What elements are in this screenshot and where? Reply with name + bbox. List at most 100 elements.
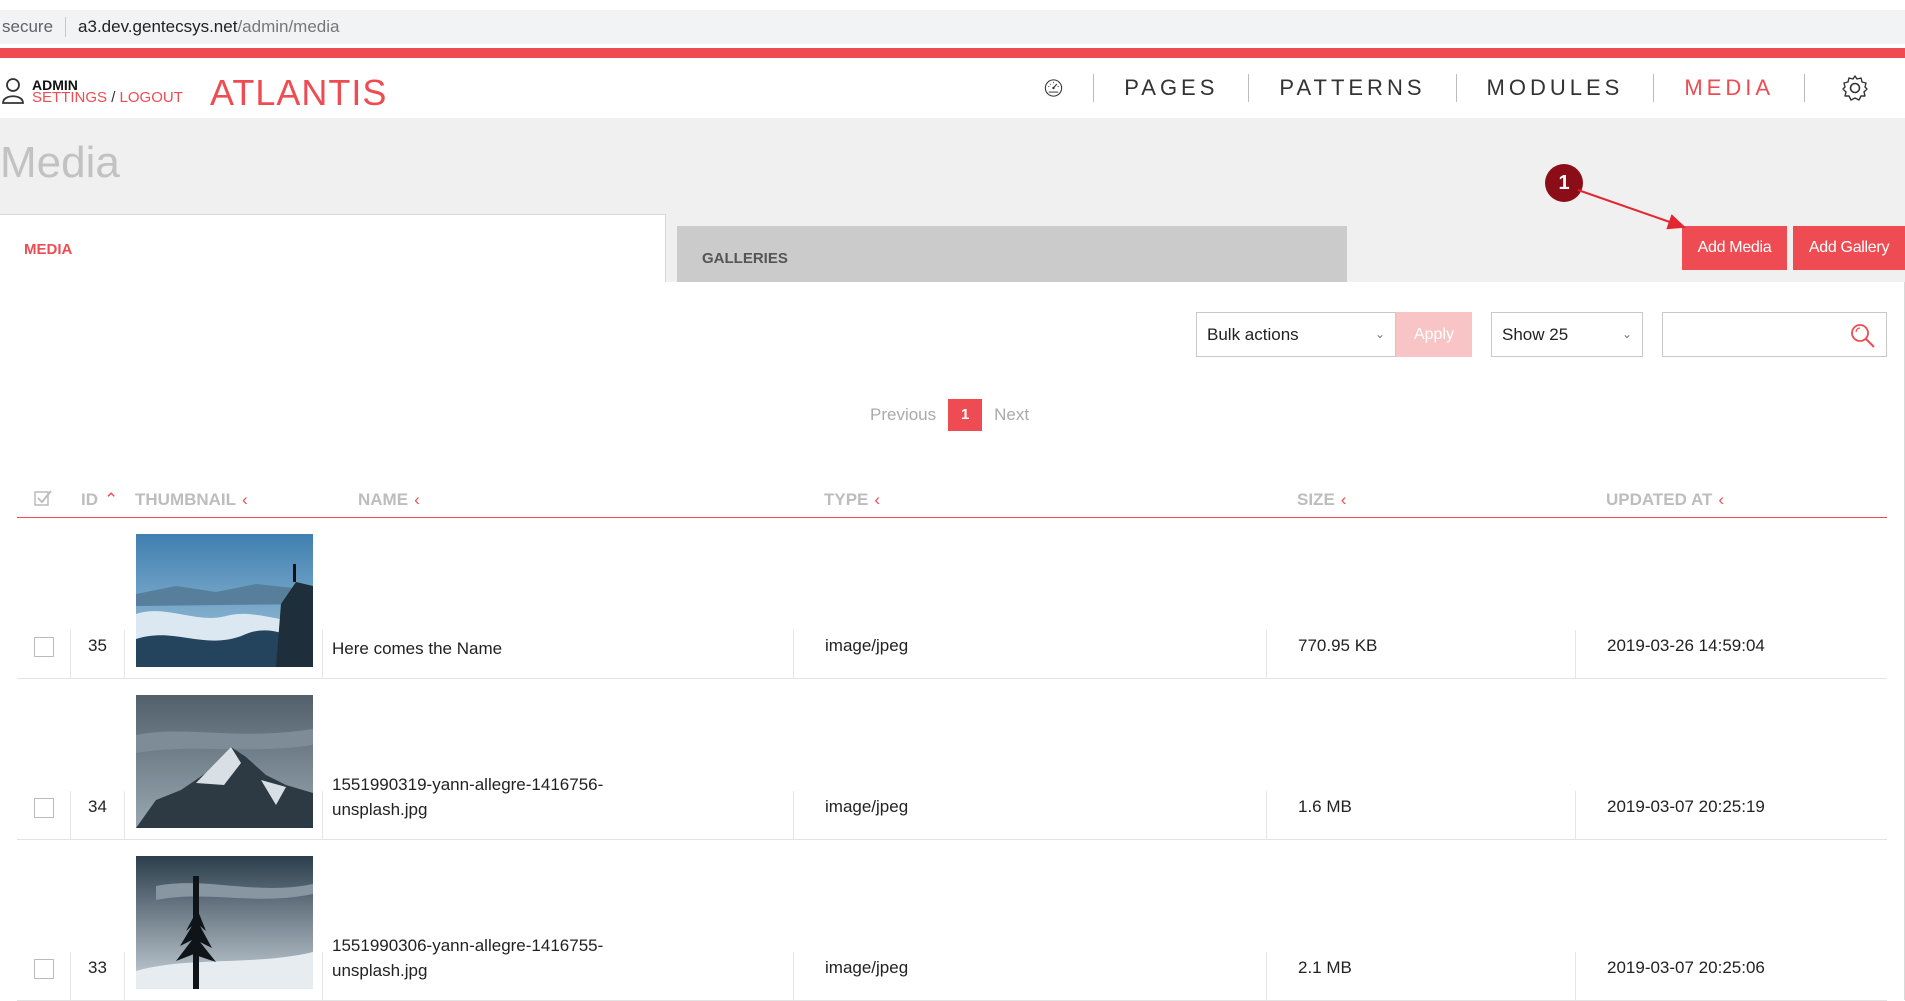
sort-chevron-icon: ‹ (874, 490, 881, 509)
nav-settings[interactable] (1805, 74, 1905, 102)
column-divider (124, 952, 125, 1000)
chevron-down-icon: ⌄ (1621, 327, 1632, 341)
row-id: 34 (88, 797, 107, 816)
row-name-line: unsplash.jpg (332, 800, 428, 819)
column-divider (70, 791, 71, 839)
pagination-previous[interactable]: Previous (870, 405, 936, 425)
column-divider (322, 791, 323, 839)
select-all-checkbox[interactable] (34, 490, 52, 506)
column-name[interactable]: NAME ‹ (358, 490, 420, 510)
sort-chevron-icon: ‹ (1718, 490, 1725, 509)
row-id: 33 (88, 958, 107, 977)
thumbnail-image[interactable] (136, 856, 313, 989)
speedometer-icon (1045, 79, 1063, 97)
page-size-select[interactable]: Show 25 ⌄ (1491, 312, 1643, 357)
pagination: Previous 1 Next (870, 399, 1029, 431)
bulk-actions-value: Bulk actions (1207, 325, 1299, 344)
search-input[interactable] (1662, 312, 1887, 357)
apply-button[interactable]: Apply (1396, 312, 1472, 357)
column-divider (70, 952, 71, 1000)
pagination-page-current[interactable]: 1 (948, 399, 983, 431)
column-divider (793, 791, 794, 839)
column-divider (1575, 952, 1576, 1000)
row-name: Here comes the Name (332, 639, 503, 658)
table-header: ID ⌃ THUMBNAIL ‹ NAME ‹ TYPE ‹ SIZE ‹ UPDATED… (17, 482, 1887, 518)
column-divider (70, 630, 71, 678)
add-media-button[interactable]: Add Media (1682, 226, 1787, 270)
account-links: SETTINGS / LOGOUT (32, 89, 183, 106)
media-panel: Bulk actions ⌄ Apply Show 25 ⌄ Previous … (0, 282, 1905, 1001)
row-updated-at: 2019-03-07 20:25:19 (1607, 797, 1765, 816)
secure-label: secure (2, 17, 54, 36)
column-type[interactable]: TYPE ‹ (824, 490, 880, 510)
link-separator: / (111, 89, 116, 106)
row-type: image/jpeg (825, 636, 909, 655)
row-name-line: unsplash.jpg (332, 961, 428, 980)
column-updated-at[interactable]: UPDATED AT ‹ (1606, 490, 1724, 510)
column-divider (322, 952, 323, 1000)
column-divider (1575, 630, 1576, 678)
column-thumbnail[interactable]: THUMBNAIL ‹ (135, 490, 248, 510)
nav-dashboard[interactable] (1014, 74, 1095, 102)
table-row[interactable]: 34 1551990319-yann-allegre-1416756- unsp… (17, 679, 1887, 840)
nav-media[interactable]: MEDIA (1654, 74, 1805, 102)
column-updated-label: UPDATED AT (1606, 490, 1713, 509)
app-header: ADMIN SETTINGS / LOGOUT ATLANTIS PAGES P… (0, 58, 1905, 118)
table-row[interactable]: 35 Here comes the Name image/jpeg 770.95… (17, 518, 1887, 679)
row-type: image/jpeg (825, 958, 909, 977)
sort-chevron-icon: ‹ (242, 490, 248, 509)
column-divider (322, 630, 323, 678)
column-size-label: SIZE (1297, 490, 1335, 509)
row-checkbox[interactable] (34, 798, 54, 818)
nav-modules[interactable]: MODULES (1457, 74, 1655, 102)
nav-pages[interactable]: PAGES (1094, 74, 1250, 102)
sort-asc-icon: ⌃ (104, 490, 119, 509)
bulk-actions-select[interactable]: Bulk actions ⌄ (1196, 312, 1396, 357)
annotation-marker: 1 (1545, 164, 1583, 202)
add-gallery-button[interactable]: Add Gallery (1793, 226, 1905, 270)
column-divider (124, 791, 125, 839)
address-divider (65, 17, 67, 37)
tab-galleries[interactable]: GALLERIES (677, 226, 1347, 282)
row-checkbox[interactable] (34, 637, 54, 657)
column-divider (1266, 952, 1267, 1000)
column-divider (1575, 791, 1576, 839)
row-id: 35 (88, 636, 107, 655)
column-id-label: ID (81, 490, 98, 509)
gear-icon (1842, 75, 1868, 101)
main-nav: PAGES PATTERNS MODULES MEDIA (1014, 58, 1905, 118)
table-row[interactable]: 33 1551990306-yann-allegre-1416755- unsp… (17, 840, 1887, 1001)
column-id[interactable]: ID ⌃ (81, 490, 118, 510)
column-divider (793, 952, 794, 1000)
nav-patterns[interactable]: PATTERNS (1249, 74, 1457, 102)
row-updated-at: 2019-03-26 14:59:04 (1607, 636, 1765, 655)
page-header-area: Media MEDIA GALLERIES Add Media Add Gall… (0, 118, 1905, 282)
settings-link[interactable]: SETTINGS (32, 89, 107, 106)
accent-top-bar (0, 48, 1905, 58)
page-size-value: Show 25 (1502, 325, 1569, 344)
column-divider (793, 630, 794, 678)
column-divider (1266, 791, 1267, 839)
row-name: 1551990319-yann-allegre-1416756- unsplas… (332, 772, 603, 822)
row-updated-at: 2019-03-07 20:25:06 (1607, 958, 1765, 977)
sort-chevron-icon: ‹ (1340, 490, 1347, 509)
url-host: a3.dev.gentecsys.net (78, 17, 238, 36)
user-icon[interactable] (2, 78, 24, 104)
thumbnail-image[interactable] (136, 695, 313, 828)
column-size[interactable]: SIZE ‹ (1297, 490, 1346, 510)
address-bar[interactable]: secure a3.dev.gentecsys.net/admin/media (0, 10, 1905, 44)
chevron-down-icon: ⌄ (1374, 327, 1385, 341)
sort-chevron-icon: ‹ (414, 490, 420, 509)
search-icon[interactable] (1850, 323, 1876, 349)
row-size: 2.1 MB (1298, 958, 1352, 977)
column-name-label: NAME (358, 490, 409, 509)
row-checkbox[interactable] (34, 959, 54, 979)
row-name: 1551990306-yann-allegre-1416755- unsplas… (332, 933, 603, 983)
tab-media[interactable]: MEDIA (0, 214, 666, 282)
brand-logo[interactable]: ATLANTIS (210, 72, 387, 114)
thumbnail-image[interactable] (136, 534, 313, 667)
logout-link[interactable]: LOGOUT (120, 89, 183, 106)
url-path: /admin/media (237, 17, 340, 36)
row-name-line: 1551990306-yann-allegre-1416755- (332, 936, 604, 955)
pagination-next[interactable]: Next (994, 405, 1029, 425)
